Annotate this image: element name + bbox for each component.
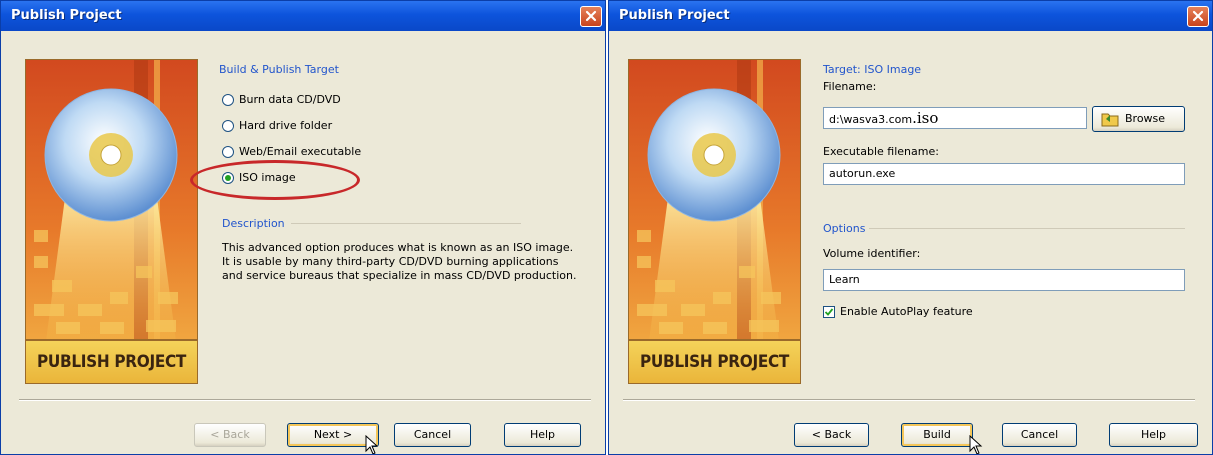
- option-label-burn-cd: Burn data CD/DVD: [239, 93, 341, 106]
- option-label-web-email: Web/Email executable: [239, 145, 362, 158]
- close-button[interactable]: [580, 6, 602, 27]
- filename-value: d:\wasva3.com: [829, 113, 913, 126]
- option-label-hard-drive: Hard drive folder: [239, 119, 333, 132]
- footer-divider: [623, 399, 1195, 401]
- publish-project-banner: PUBLISH PROJECT: [628, 59, 801, 384]
- back-button[interactable]: < Back: [194, 423, 266, 447]
- banner-title: PUBLISH PROJECT: [26, 339, 197, 383]
- description-text: This advanced option produces what is kn…: [222, 241, 577, 282]
- filename-input[interactable]: d:\wasva3.com.iso: [823, 107, 1087, 129]
- volume-identifier-input[interactable]: Learn: [823, 269, 1185, 291]
- help-button[interactable]: Help: [504, 423, 581, 447]
- publish-project-banner: PUBLISH PROJECT: [25, 59, 198, 384]
- target-iso-heading: Target: ISO Image: [823, 63, 922, 76]
- filename-extension: .iso: [912, 109, 939, 127]
- build-target-heading: Build & Publish Target: [219, 63, 339, 76]
- checkmark-icon: [824, 308, 834, 316]
- publish-project-dialog-iso: Publish Project PUBLISH PROJECT Target: …: [608, 0, 1213, 455]
- mouse-cursor-icon: [365, 435, 379, 454]
- help-button[interactable]: Help: [1109, 423, 1198, 447]
- mouse-cursor-icon: [969, 435, 983, 454]
- title-bar[interactable]: Publish Project: [609, 1, 1212, 31]
- volume-identifier-label: Volume identifier:: [823, 247, 921, 260]
- exe-filename-label: Executable filename:: [823, 145, 939, 158]
- close-button[interactable]: [1187, 6, 1209, 27]
- back-button[interactable]: < Back: [794, 423, 869, 447]
- window-title: Publish Project: [619, 8, 730, 23]
- highlight-circle: [190, 160, 360, 200]
- window-title: Publish Project: [11, 8, 122, 23]
- close-icon: [585, 10, 597, 22]
- title-bar[interactable]: Publish Project: [1, 1, 605, 31]
- footer-divider: [19, 399, 591, 401]
- cancel-button[interactable]: Cancel: [1002, 423, 1077, 447]
- radio-web-email[interactable]: [222, 146, 234, 158]
- publish-project-dialog-target: Publish Project PUBLISH PROJECT Build & …: [0, 0, 606, 455]
- autoplay-label: Enable AutoPlay feature: [840, 305, 973, 318]
- cd-artwork-icon: [26, 60, 197, 341]
- section-divider: [869, 228, 1185, 229]
- exe-filename-input[interactable]: autorun.exe: [823, 163, 1185, 185]
- autoplay-checkbox[interactable]: [823, 306, 835, 318]
- browse-button[interactable]: Browse: [1092, 106, 1185, 132]
- radio-hard-drive[interactable]: [222, 120, 234, 132]
- banner-title: PUBLISH PROJECT: [629, 339, 800, 383]
- cd-artwork-icon: [629, 60, 800, 341]
- options-heading: Options: [823, 222, 866, 235]
- browse-label: Browse: [1125, 112, 1166, 125]
- folder-icon: [1101, 113, 1119, 127]
- radio-burn-cd[interactable]: [222, 94, 234, 106]
- description-heading: Description: [222, 217, 285, 230]
- section-divider: [291, 223, 521, 224]
- filename-label: Filename:: [823, 80, 877, 93]
- build-button[interactable]: Build: [901, 423, 973, 447]
- close-icon: [1192, 10, 1204, 22]
- cancel-button[interactable]: Cancel: [394, 423, 471, 447]
